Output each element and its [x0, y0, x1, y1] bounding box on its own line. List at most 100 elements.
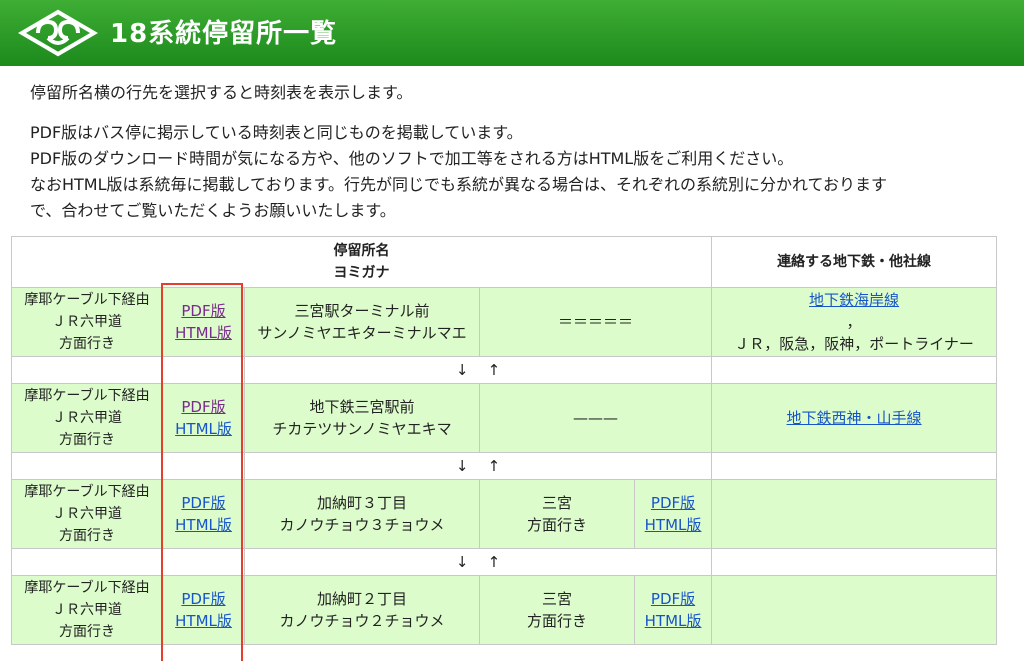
destination-timetable-links: PDF版 HTML版 — [633, 479, 713, 549]
stop-name-cell: 地下鉄三宮駅前 チカテツサンノミヤエキマ — [244, 383, 480, 453]
arrow-blank — [162, 548, 245, 576]
down-arrow-icon: ↓ — [455, 457, 469, 475]
stop-reading: カノウチョウ３チョウメ — [279, 516, 445, 534]
up-arrow-icon: ↑ — [487, 361, 501, 379]
route-cell: 摩耶ケーブル下経由 ＪＲ六甲道 方面行き — [11, 575, 163, 645]
html-link[interactable]: HTML版 — [165, 322, 242, 344]
arrow-blank — [162, 356, 245, 384]
destination-cell: ——— — [478, 383, 713, 453]
route-line: ＪＲ六甲道 — [52, 506, 122, 522]
stop-name: 加納町２丁目 — [316, 590, 407, 608]
connect-link[interactable]: 地下鉄西神・山手線 — [714, 407, 994, 429]
route-cell: 摩耶ケーブル下経由 ＪＲ六甲道 方面行き — [11, 479, 163, 549]
arrow-blank — [11, 452, 163, 480]
pdf-link[interactable]: PDF版 — [165, 492, 242, 514]
intro-text: 停留所名横の行先を選択すると時刻表を表示します。 PDF版はバス停に掲示している… — [30, 80, 1024, 224]
header-reading-label: ヨミガナ — [333, 265, 390, 281]
route-line: 摩耶ケーブル下経由 — [24, 580, 150, 596]
route-cell: 摩耶ケーブル下経由 ＪＲ六甲道 方面行き — [11, 383, 163, 453]
stop-reading: サンノミヤエキターミナルマエ — [257, 324, 467, 342]
pdf-link[interactable]: PDF版 — [637, 588, 709, 610]
arrow-row: ↓ ↑ — [11, 452, 998, 480]
arrow-blank — [711, 452, 998, 480]
kobe-city-emblem-icon — [18, 9, 98, 57]
connect-cell — [711, 479, 998, 549]
pdf-link[interactable]: PDF版 — [637, 492, 709, 514]
pdf-link[interactable]: PDF版 — [165, 588, 242, 610]
html-link[interactable]: HTML版 — [165, 418, 242, 440]
header-connect: 連絡する地下鉄・他社線 — [711, 236, 998, 288]
up-arrow-icon: ↑ — [487, 457, 501, 475]
table-row: 摩耶ケーブル下経由 ＪＲ六甲道 方面行き PDF版 HTML版 加納町３丁目 カ… — [11, 479, 998, 549]
intro-line: で、合わせてご覧いただくようお願いいたします。 — [30, 201, 396, 220]
html-link[interactable]: HTML版 — [165, 610, 242, 632]
arrow-blank — [711, 356, 998, 384]
arrow-blank — [11, 356, 163, 384]
timetable-links: PDF版 HTML版 — [162, 479, 245, 549]
connect-cell: 地下鉄海岸線 ， ＪＲ，阪急，阪神，ポートライナー — [711, 287, 998, 357]
connect-cell: 地下鉄西神・山手線 — [711, 383, 998, 453]
arrow-row: ↓ ↑ — [11, 356, 998, 384]
route-line: 摩耶ケーブル下経由 — [24, 292, 150, 308]
connect-cell — [711, 575, 998, 645]
up-arrow-icon: ↑ — [487, 553, 501, 571]
page-header: 18系統停留所一覧 — [0, 0, 1024, 66]
arrow-blank — [711, 548, 998, 576]
down-arrow-icon: ↓ — [455, 361, 469, 379]
down-arrow-icon: ↓ — [455, 553, 469, 571]
timetable-links: PDF版 HTML版 — [162, 383, 245, 453]
stop-name-cell: 加納町２丁目 カノウチョウ２チョウメ — [244, 575, 480, 645]
html-link[interactable]: HTML版 — [165, 514, 242, 536]
route-line: 方面行き — [59, 528, 115, 544]
table-row: 摩耶ケーブル下経由 ＪＲ六甲道 方面行き PDF版 HTML版 地下鉄三宮駅前 … — [11, 383, 998, 453]
timetable-links: PDF版 HTML版 — [162, 575, 245, 645]
stop-name: 三宮駅ターミナル前 — [294, 302, 430, 320]
destination-name: 三宮 — [541, 494, 572, 512]
html-link[interactable]: HTML版 — [637, 610, 709, 632]
arrow-row: ↓ ↑ — [11, 548, 998, 576]
stop-name: 地下鉄三宮駅前 — [309, 398, 415, 416]
destination-suffix: 方面行き — [526, 612, 587, 630]
stop-reading: チカテツサンノミヤエキマ — [272, 420, 452, 438]
arrow-blank — [11, 548, 163, 576]
direction-arrows: ↓ ↑ — [243, 356, 713, 384]
stop-list-table: 停留所名 ヨミガナ 連絡する地下鉄・他社線 摩耶ケーブル下経由 ＪＲ六甲道 方面… — [10, 236, 998, 645]
route-line: ＪＲ六甲道 — [52, 410, 122, 426]
direction-arrows: ↓ ↑ — [243, 452, 713, 480]
stop-name: 加納町３丁目 — [316, 494, 407, 512]
route-line: 方面行き — [59, 432, 115, 448]
connect-separator: ， — [846, 313, 862, 331]
pdf-link[interactable]: PDF版 — [165, 300, 242, 322]
route-line: ＪＲ六甲道 — [52, 314, 122, 330]
table-header-row: 停留所名 ヨミガナ 連絡する地下鉄・他社線 — [10, 236, 998, 288]
route-line: 方面行き — [59, 336, 115, 352]
pdf-link[interactable]: PDF版 — [165, 396, 242, 418]
destination-cell: 三宮 方面行き — [479, 479, 635, 549]
direction-arrows: ↓ ↑ — [243, 548, 713, 576]
intro-line: なおHTML版は系統毎に掲載しております。行先が同じでも系統が異なる場合は、それ… — [30, 175, 888, 194]
arrow-blank — [162, 452, 245, 480]
stop-reading: カノウチョウ２チョウメ — [279, 612, 445, 630]
route-line: 摩耶ケーブル下経由 — [24, 484, 150, 500]
intro-line: 停留所名横の行先を選択すると時刻表を表示します。 — [30, 83, 413, 102]
route-line: 方面行き — [59, 624, 115, 640]
destination-name: 三宮 — [541, 590, 572, 608]
route-cell: 摩耶ケーブル下経由 ＪＲ六甲道 方面行き — [11, 287, 163, 357]
destination-timetable-links: PDF版 HTML版 — [633, 575, 713, 645]
intro-line: PDF版はバス停に掲示している時刻表と同じものを掲載しています。 — [30, 123, 523, 142]
html-link[interactable]: HTML版 — [637, 514, 709, 536]
intro-line: PDF版のダウンロード時間が気になる方や、他のソフトで加工等をされる方はHTML… — [30, 149, 794, 168]
destination-cell: ＝＝＝＝＝ — [478, 287, 713, 357]
page-title: 18系統停留所一覧 — [110, 19, 338, 49]
header-stop-name: 停留所名 ヨミガナ — [10, 236, 713, 288]
table-row: 摩耶ケーブル下経由 ＪＲ六甲道 方面行き PDF版 HTML版 三宮駅ターミナル… — [11, 287, 998, 357]
route-line: 摩耶ケーブル下経由 — [24, 388, 150, 404]
table-row: 摩耶ケーブル下経由 ＪＲ六甲道 方面行き PDF版 HTML版 加納町２丁目 カ… — [11, 575, 998, 645]
destination-cell: 三宮 方面行き — [479, 575, 635, 645]
header-stop-label: 停留所名 — [333, 243, 390, 259]
connect-text: ＪＲ，阪急，阪神，ポートライナー — [734, 335, 974, 353]
destination-suffix: 方面行き — [526, 516, 587, 534]
connect-link[interactable]: 地下鉄海岸線 — [714, 289, 994, 311]
timetable-links: PDF版 HTML版 — [162, 287, 245, 357]
stop-name-cell: 三宮駅ターミナル前 サンノミヤエキターミナルマエ — [244, 287, 480, 357]
